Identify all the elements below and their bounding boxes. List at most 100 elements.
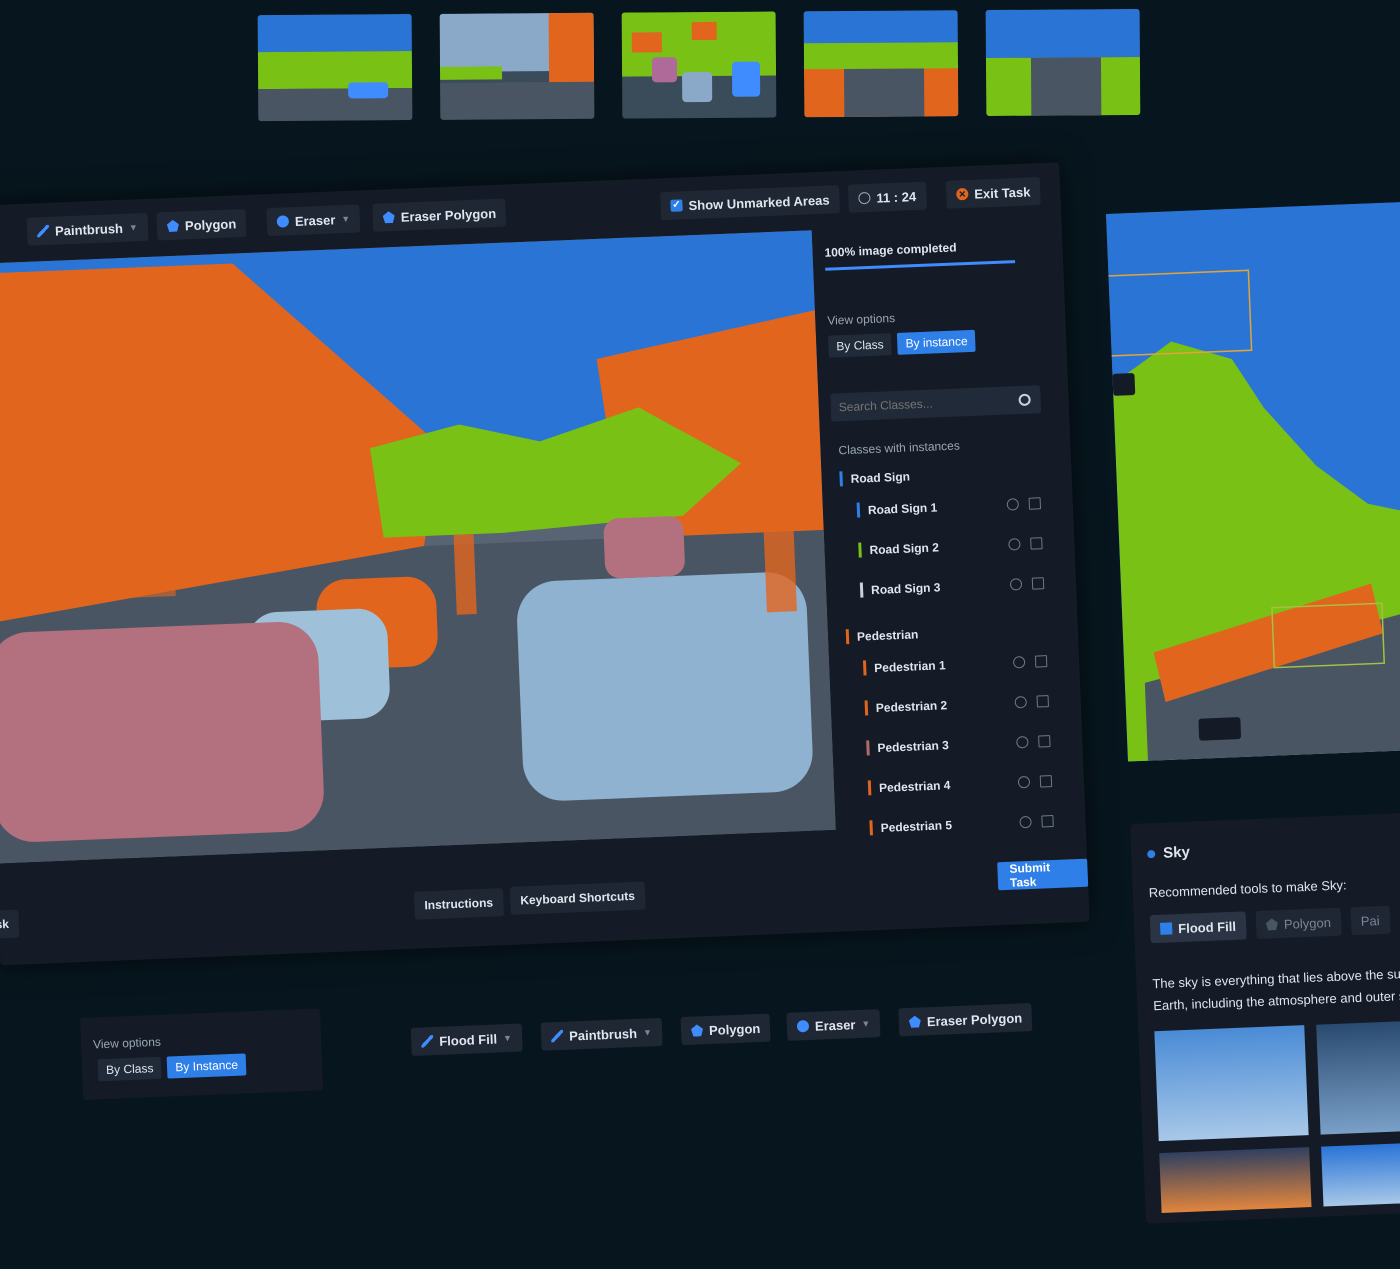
instance-row[interactable]: Pedestrian 1: [862, 653, 1063, 676]
hide-icon[interactable]: [1017, 775, 1031, 788]
thumbnail-5[interactable]: [985, 8, 1141, 117]
keyboard-shortcuts-button[interactable]: Keyboard Shortcuts: [509, 881, 646, 915]
thumbnail-4[interactable]: [803, 10, 959, 118]
polygon-tool-button[interactable]: Polygon: [1255, 907, 1342, 940]
polygon-icon: [691, 1024, 703, 1036]
recommended-label: Recommended tools to make Sky:: [1148, 877, 1347, 901]
thumbnail-1[interactable]: [257, 14, 413, 122]
instance-label: Pedestrian 2: [875, 697, 948, 715]
class-title: Sky: [1162, 843, 1191, 862]
search-icon: [1018, 393, 1031, 407]
clock-icon: [858, 191, 871, 205]
by-instance-button[interactable]: By instance: [897, 329, 977, 355]
paintbrush-icon: [550, 1029, 564, 1043]
preview-image[interactable]: [1106, 200, 1400, 762]
hide-icon[interactable]: [1019, 815, 1032, 828]
instance-row[interactable]: Road Sign 2: [858, 535, 1058, 558]
polygon-icon: [167, 220, 179, 232]
example-image-3[interactable]: [1159, 1147, 1312, 1214]
by-class-button[interactable]: By Class: [97, 1056, 162, 1082]
instructions-button[interactable]: Instructions: [413, 888, 504, 920]
thumbnail-2[interactable]: [439, 12, 595, 120]
eraser-polygon-tool-button[interactable]: Eraser Polygon: [372, 198, 507, 232]
instance-color-bar: [869, 820, 873, 836]
show-unmarked-toggle[interactable]: ✓ Show Unmarked Areas: [660, 185, 841, 221]
instance-label: Pedestrian 5: [880, 817, 953, 835]
flood-fill-tool-button[interactable]: Flood Fill ▼: [410, 1023, 523, 1056]
instance-color-bar: [866, 740, 870, 756]
instance-row[interactable]: Pedestrian 4: [867, 772, 1068, 796]
close-icon: ✕: [956, 187, 969, 201]
thumbnail-3[interactable]: [621, 11, 777, 119]
preview-mask: [1106, 200, 1400, 762]
polygon-icon: [1266, 918, 1278, 930]
eraser-polygon-tool-button[interactable]: Eraser Polygon: [898, 1003, 1033, 1037]
trash-icon[interactable]: [1039, 774, 1053, 788]
class-group-label: Road Sign: [850, 469, 911, 486]
hide-icon[interactable]: [1014, 695, 1027, 708]
trash-icon[interactable]: [1041, 814, 1054, 827]
example-image-2[interactable]: [1316, 1018, 1400, 1135]
approve-icon[interactable]: [1198, 717, 1242, 741]
search-field[interactable]: [830, 385, 1042, 422]
trash-icon[interactable]: [1034, 654, 1048, 668]
instance-row[interactable]: Pedestrian 2: [864, 692, 1065, 716]
submit-task-button[interactable]: Submit Task: [997, 858, 1089, 891]
paintbrush-tool-button[interactable]: Pai: [1350, 905, 1391, 936]
search-input[interactable]: [830, 386, 1018, 422]
flood-fill-icon: [421, 1035, 434, 1048]
trash-icon[interactable]: [1030, 536, 1043, 550]
instance-label: Road Sign 3: [870, 579, 941, 597]
class-group[interactable]: Pedestrian: [845, 626, 919, 645]
hide-icon[interactable]: [1009, 577, 1023, 591]
instance-color-bar: [862, 660, 867, 676]
polygon-tool-button[interactable]: Polygon: [156, 208, 247, 241]
hide-icon[interactable]: [1006, 497, 1020, 511]
trash-icon[interactable]: [1028, 496, 1042, 510]
paintbrush-tool-button[interactable]: Paintbrush ▼: [540, 1017, 663, 1051]
eraser-icon: [796, 1020, 810, 1033]
instance-row[interactable]: Road Sign 3: [859, 575, 1060, 598]
hide-icon[interactable]: [1016, 735, 1029, 748]
paintbrush-tool-button[interactable]: Paintbrush ▼: [26, 212, 149, 246]
class-color-bar: [839, 471, 843, 487]
eraser-tool-button[interactable]: Eraser ▼: [266, 204, 361, 237]
hide-icon[interactable]: [1012, 655, 1026, 668]
instance-label: Pedestrian 1: [873, 657, 946, 675]
progress-label: 100% image completed: [824, 240, 957, 260]
task-button-partial[interactable]: ask: [0, 909, 20, 940]
view-options-label: View options: [92, 1034, 162, 1052]
comment-icon[interactable]: [1112, 372, 1136, 396]
paintbrush-icon: [36, 224, 50, 238]
example-image-1[interactable]: [1154, 1025, 1309, 1142]
chevron-down-icon: ▼: [861, 1018, 871, 1029]
flood-fill-tool-button[interactable]: Flood Fill: [1149, 911, 1247, 944]
class-color-bar: [845, 629, 850, 645]
class-info-panel: Sky Recommended tools to make Sky: Flood…: [1130, 811, 1400, 1224]
class-group[interactable]: Road Sign: [839, 469, 910, 487]
trash-icon[interactable]: [1036, 694, 1049, 708]
by-class-button[interactable]: By Class: [827, 333, 893, 358]
instance-row[interactable]: Pedestrian 5: [869, 812, 1069, 836]
progress-bar: [825, 260, 1016, 271]
annotation-window: Paintbrush ▼ Polygon Eraser ▼ Eraser Pol…: [0, 162, 1090, 966]
segmentation-canvas[interactable]: [0, 230, 836, 864]
class-description: The sky is everything that lies above th…: [1152, 965, 1400, 1014]
by-instance-button[interactable]: By Instance: [166, 1053, 247, 1079]
polygon-tool-button[interactable]: Polygon: [680, 1013, 771, 1046]
class-group-label: Pedestrian: [856, 626, 919, 644]
chevron-down-icon: ▼: [502, 1032, 513, 1044]
trash-icon[interactable]: [1031, 576, 1045, 590]
eraser-icon: [276, 215, 290, 228]
hide-icon[interactable]: [1008, 537, 1021, 551]
tool-strip: Flood Fill ▼ Paintbrush ▼ Polygon Eraser ▼ …: [410, 985, 1041, 1056]
instance-row[interactable]: Pedestrian 3: [866, 732, 1066, 756]
eraser-tool-button[interactable]: Eraser ▼: [786, 1009, 881, 1041]
exit-task-button[interactable]: ✕ Exit Task: [945, 177, 1041, 209]
checkbox-icon: ✓: [670, 199, 683, 212]
trash-icon[interactable]: [1038, 734, 1051, 748]
instance-color-bar: [859, 582, 864, 598]
example-image-4[interactable]: [1321, 1140, 1400, 1207]
classes-label: Classes with instances: [838, 438, 961, 458]
instance-row[interactable]: Road Sign 1: [856, 495, 1057, 518]
